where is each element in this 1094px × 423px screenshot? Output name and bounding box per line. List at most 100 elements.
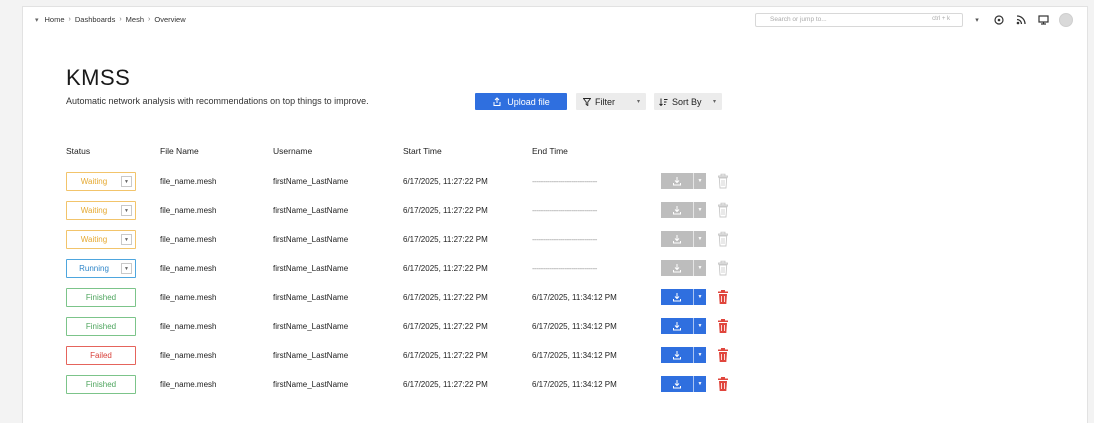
status-badge[interactable]: Running ▼ xyxy=(66,259,136,278)
file-name-cell: file_name.mesh xyxy=(160,322,217,331)
trash-icon[interactable] xyxy=(717,376,729,392)
search-input[interactable]: Search or jump to... ctrl + k xyxy=(755,13,963,27)
breadcrumb-home[interactable]: Home xyxy=(45,15,65,24)
trash-icon xyxy=(717,173,729,189)
file-name-cell: file_name.mesh xyxy=(160,206,217,215)
username-cell: firstName_LastName xyxy=(273,177,349,186)
table-row: Finished file_name.mesh firstName_LastName… xyxy=(23,317,1087,337)
username-cell: firstName_LastName xyxy=(273,264,349,273)
status-label: Waiting xyxy=(80,206,108,215)
sort-icon xyxy=(659,98,668,106)
chevron-down-icon: ▼ xyxy=(693,231,706,247)
column-header-status[interactable]: Status xyxy=(66,146,90,156)
status-badge: Finished xyxy=(66,288,136,307)
status-badge[interactable]: Waiting ▼ xyxy=(66,201,136,220)
chevron-down-icon[interactable]: ▼ xyxy=(121,234,132,245)
upload-file-button[interactable]: Upload file xyxy=(475,93,567,110)
end-time-cell: ------------------------------ xyxy=(532,206,597,215)
start-time-cell: 6/17/2025, 11:27:22 PM xyxy=(403,322,488,331)
download-icon xyxy=(661,347,693,363)
download-button: ▼ xyxy=(661,231,706,247)
chevron-down-icon[interactable]: ▼ xyxy=(693,376,706,392)
status-label: Finished xyxy=(85,380,117,389)
username-cell: firstName_LastName xyxy=(273,380,349,389)
start-time-cell: 6/17/2025, 11:27:22 PM xyxy=(403,177,488,186)
status-label: Waiting xyxy=(80,177,108,186)
start-time-cell: 6/17/2025, 11:27:22 PM xyxy=(403,235,488,244)
help-icon[interactable] xyxy=(993,14,1005,26)
download-button: ▼ xyxy=(661,202,706,218)
avatar[interactable] xyxy=(1059,13,1073,27)
column-header-start-time[interactable]: Start Time xyxy=(403,146,442,156)
username-cell: firstName_LastName xyxy=(273,235,349,244)
status-label: Finished xyxy=(85,293,117,302)
trash-icon[interactable] xyxy=(717,289,729,305)
sort-dropdown[interactable]: Sort By ▾ xyxy=(654,93,722,110)
chevron-down-icon: ▾ xyxy=(636,99,640,105)
top-bar: ▾ Home › Dashboards › Mesh › Overview Se… xyxy=(23,7,1087,33)
download-icon xyxy=(661,318,693,334)
table-row: Failed file_name.mesh firstName_LastName 6/… xyxy=(23,346,1087,366)
table-row: Waiting ▼ file_name.mesh firstName_LastName… xyxy=(23,172,1087,192)
trash-icon[interactable] xyxy=(717,318,729,334)
chevron-down-icon: ▾ xyxy=(712,99,716,105)
username-cell: firstName_LastName xyxy=(273,206,349,215)
chevron-down-icon[interactable]: ▼ xyxy=(693,347,706,363)
chevron-down-icon[interactable]: ▼ xyxy=(693,289,706,305)
table-row: Running ▼ file_name.mesh firstName_LastName… xyxy=(23,259,1087,279)
trash-icon[interactable] xyxy=(717,347,729,363)
filter-icon xyxy=(583,97,591,106)
monitor-icon[interactable] xyxy=(1037,14,1049,26)
column-header-file-name[interactable]: File Name xyxy=(160,146,199,156)
download-button[interactable]: ▼ xyxy=(661,347,706,363)
status-label: Waiting xyxy=(80,235,108,244)
download-button[interactable]: ▼ xyxy=(661,318,706,334)
status-label: Failed xyxy=(90,351,112,360)
breadcrumb-overview: Overview xyxy=(154,15,186,24)
column-header-end-time[interactable]: End Time xyxy=(532,146,568,156)
start-time-cell: 6/17/2025, 11:27:22 PM xyxy=(403,351,488,360)
file-name-cell: file_name.mesh xyxy=(160,293,217,302)
download-button[interactable]: ▼ xyxy=(661,376,706,392)
breadcrumb-mesh[interactable]: Mesh xyxy=(126,15,144,24)
end-time-cell: 6/17/2025, 11:34:12 PM xyxy=(532,293,617,302)
breadcrumb-separator-icon: › xyxy=(119,16,122,23)
chevron-down-icon[interactable]: ▾ xyxy=(35,16,39,24)
status-badge[interactable]: Waiting ▼ xyxy=(66,230,136,249)
start-time-cell: 6/17/2025, 11:27:22 PM xyxy=(403,293,488,302)
status-label: Finished xyxy=(85,322,117,331)
breadcrumb-separator-icon: › xyxy=(68,16,71,23)
filter-label: Filter xyxy=(595,96,615,107)
app-frame: ▾ Home › Dashboards › Mesh › Overview Se… xyxy=(22,6,1088,423)
filter-dropdown[interactable]: Filter ▾ xyxy=(576,93,646,110)
column-header-username[interactable]: Username xyxy=(273,146,312,156)
start-time-cell: 6/17/2025, 11:27:22 PM xyxy=(403,206,488,215)
breadcrumb-separator-icon: › xyxy=(148,16,151,23)
file-name-cell: file_name.mesh xyxy=(160,177,217,186)
status-badge[interactable]: Waiting ▼ xyxy=(66,172,136,191)
chevron-down-icon[interactable]: ▼ xyxy=(121,205,132,216)
trash-icon xyxy=(717,202,729,218)
search-shortcut: ctrl + k xyxy=(932,16,950,22)
chevron-down-icon: ▼ xyxy=(693,260,706,276)
chevron-down-icon[interactable]: ▾ xyxy=(971,14,983,26)
download-icon xyxy=(661,289,693,305)
end-time-cell: 6/17/2025, 11:34:12 PM xyxy=(532,322,617,331)
table-row: Waiting ▼ file_name.mesh firstName_LastName… xyxy=(23,201,1087,221)
upload-icon xyxy=(493,96,501,106)
breadcrumb-dashboards[interactable]: Dashboards xyxy=(75,15,115,24)
rss-icon[interactable] xyxy=(1015,14,1027,26)
chevron-down-icon[interactable]: ▼ xyxy=(121,176,132,187)
download-icon xyxy=(661,231,693,247)
download-button[interactable]: ▼ xyxy=(661,289,706,305)
start-time-cell: 6/17/2025, 11:27:22 PM xyxy=(403,380,488,389)
start-time-cell: 6/17/2025, 11:27:22 PM xyxy=(403,264,488,273)
file-name-cell: file_name.mesh xyxy=(160,235,217,244)
file-name-cell: file_name.mesh xyxy=(160,380,217,389)
end-time-cell: 6/17/2025, 11:34:12 PM xyxy=(532,380,617,389)
end-time-cell: ------------------------------ xyxy=(532,177,597,186)
search-placeholder: Search or jump to... xyxy=(770,16,827,23)
chevron-down-icon[interactable]: ▼ xyxy=(121,263,132,274)
download-button: ▼ xyxy=(661,173,706,189)
chevron-down-icon[interactable]: ▼ xyxy=(693,318,706,334)
